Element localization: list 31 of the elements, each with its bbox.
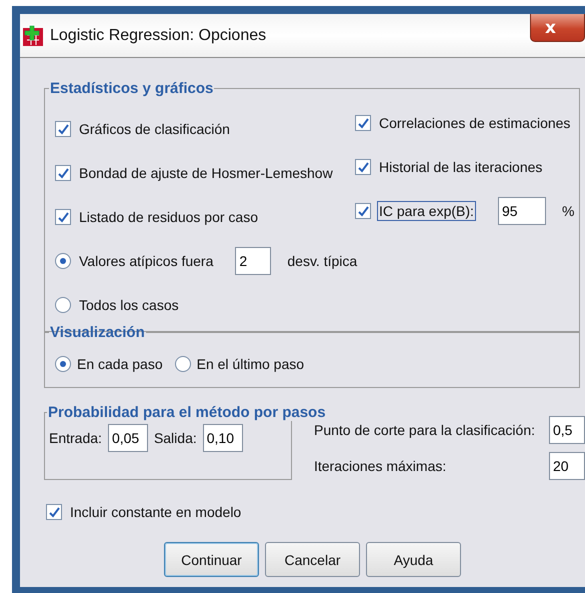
option-label[interactable]: Todos los casos [77,295,181,315]
dialog-button[interactable]: Continuar [164,542,259,577]
group-title: Probabilidad para el método por pasos [47,404,327,421]
option-label[interactable]: En cada paso [75,354,165,374]
number-field[interactable]: 0,5 [549,416,585,444]
unit-label: desv. típica [287,253,358,269]
number-field[interactable]: 2 [235,247,272,275]
option-label[interactable]: IC para exp(B): [377,201,476,221]
option-label[interactable]: En el último paso [194,354,306,374]
option-label[interactable]: Valores atípicos fuera [77,251,216,271]
number-field[interactable]: 0,10 [202,424,243,452]
dialog-button[interactable]: Cancelar [265,542,360,577]
dialog-button[interactable]: Ayuda [366,542,461,577]
number-field[interactable]: 20 [549,452,585,480]
window-title: Logistic Regression: Opciones [50,26,266,44]
group-title: Estadísticos y gráficos [49,80,214,97]
field-label: Iteraciones máximas: [312,457,448,476]
group-title: Visualización [49,324,146,341]
option-label[interactable]: Incluir constante en modelo [68,502,244,522]
option-label[interactable]: Bondad de ajuste de Hosmer-Lemeshow [77,163,335,183]
option-label[interactable]: Correlaciones de estimaciones [377,113,572,133]
close-button[interactable]: x [530,14,585,42]
field-label: Entrada: [48,429,103,448]
number-field[interactable]: 95 [498,197,546,225]
field-label: Punto de corte para la clasificación: [312,421,536,440]
option-label[interactable]: Listado de residuos por caso [77,207,260,227]
field-label: Salida: [152,429,198,448]
option-label[interactable]: Historial de las iteraciones [377,157,544,177]
unit-label: % [562,203,574,219]
number-field[interactable]: 0,05 [108,424,148,452]
option-label[interactable]: Gráficos de clasificación [77,119,232,139]
